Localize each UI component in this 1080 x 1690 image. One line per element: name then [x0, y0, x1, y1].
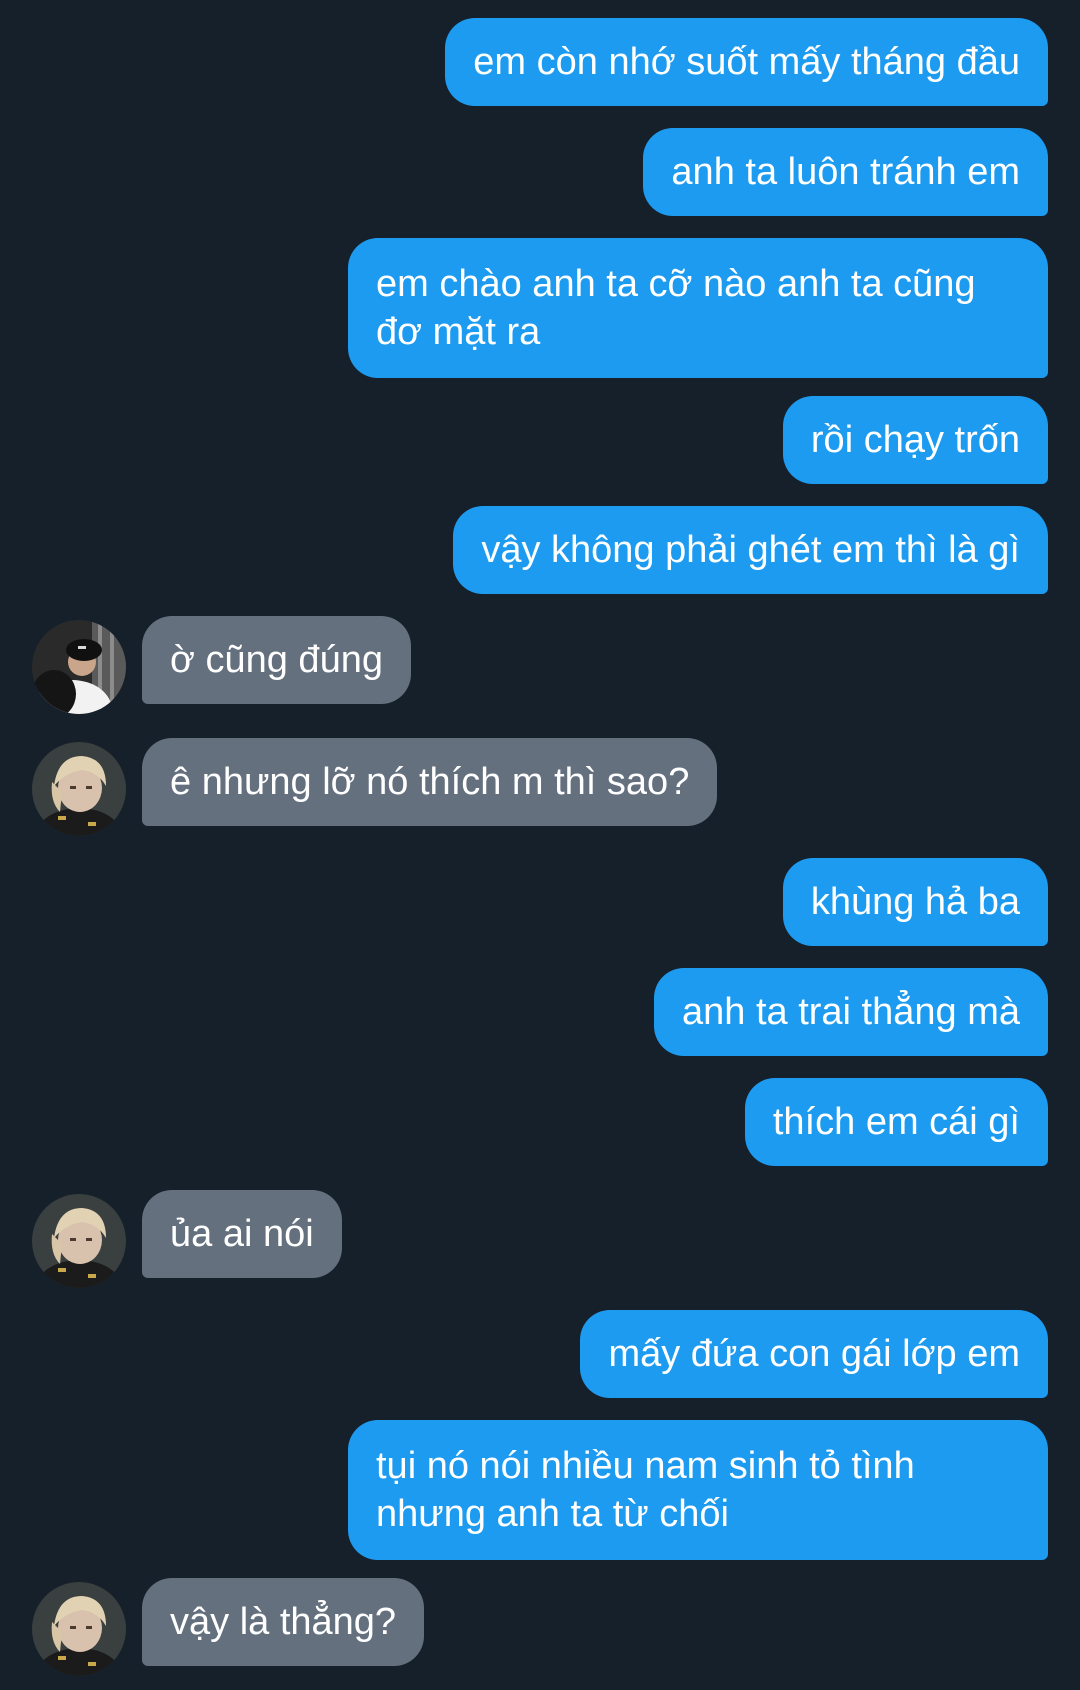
message-outgoing[interactable]: rồi chạy trốn — [782, 396, 1048, 484]
avatar-blond-icon — [32, 1194, 126, 1288]
message-incoming[interactable]: ờ cũng đúng — [142, 616, 411, 704]
message-incoming[interactable]: ê nhưng lỡ nó thích m thì sao? — [142, 738, 718, 826]
message-outgoing[interactable]: tụi nó nói nhiều nam sinh tỏ tình nhưng … — [348, 1420, 1048, 1560]
message-outgoing[interactable]: khùng hả ba — [782, 858, 1048, 946]
message-outgoing[interactable]: anh ta trai thẳng mà — [654, 968, 1048, 1056]
message-outgoing[interactable]: anh ta luôn tránh em — [643, 128, 1048, 216]
contact-avatar[interactable] — [32, 742, 126, 836]
message-outgoing[interactable]: mấy đứa con gái lớp em — [580, 1310, 1048, 1398]
contact-avatar[interactable] — [32, 1582, 126, 1676]
avatar-blond-icon — [32, 742, 126, 836]
message-incoming[interactable]: vậy là thẳng? — [142, 1578, 425, 1666]
contact-avatar[interactable] — [32, 620, 126, 714]
chat-thread: em còn nhớ suốt mấy tháng đầu anh ta luô… — [0, 0, 1080, 1690]
avatar-blond-icon — [32, 1582, 126, 1676]
message-outgoing[interactable]: thích em cái gì — [744, 1078, 1048, 1166]
message-outgoing[interactable]: em chào anh ta cỡ nào anh ta cũng đơ mặt… — [348, 238, 1048, 378]
avatar-dark-cap-icon — [32, 620, 126, 714]
contact-avatar[interactable] — [32, 1194, 126, 1288]
message-outgoing[interactable]: vậy không phải ghét em thì là gì — [453, 506, 1048, 594]
message-incoming[interactable]: ủa ai nói — [142, 1190, 342, 1278]
message-outgoing[interactable]: em còn nhớ suốt mấy tháng đầu — [445, 18, 1048, 106]
